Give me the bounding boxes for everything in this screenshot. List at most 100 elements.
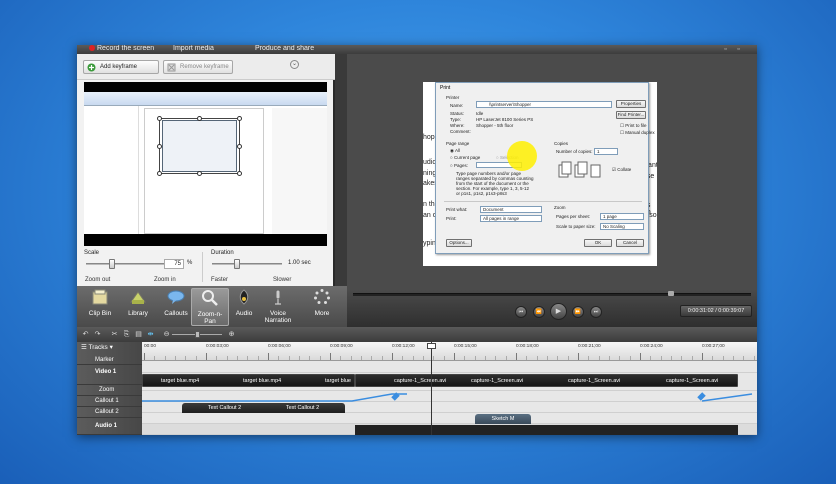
marker-track[interactable] bbox=[142, 361, 757, 373]
ruler-minor-tick bbox=[629, 356, 631, 360]
zoom-n-pan-icon bbox=[202, 290, 218, 306]
split-icon[interactable]: ⇹ bbox=[146, 330, 155, 339]
zoom-selection-box[interactable] bbox=[157, 116, 242, 176]
pages-per-sheet-select[interactable]: 1 page bbox=[600, 213, 644, 220]
tool-more[interactable]: More bbox=[303, 288, 341, 326]
print-range-select[interactable]: All pages in range bbox=[480, 215, 542, 222]
tracks-menu[interactable]: ☰ Tracks ▾ bbox=[77, 342, 142, 354]
sketch-callout-clip[interactable]: Sketch M bbox=[475, 414, 531, 424]
num-copies-input[interactable]: 1 bbox=[594, 148, 618, 155]
printer-name-select[interactable]: \\printserver\Shopper bbox=[476, 101, 612, 108]
ruler-tick bbox=[702, 353, 703, 360]
duration-value-field[interactable]: 1.00 sec bbox=[288, 260, 311, 266]
fast-forward-icon[interactable]: ⏩ bbox=[572, 306, 584, 318]
scale-slider-thumb[interactable] bbox=[109, 259, 116, 269]
tool-zoom-n-pan[interactable]: Zoom-n-Pan bbox=[191, 288, 229, 326]
scale-slider[interactable] bbox=[86, 263, 174, 265]
scrub-thumb[interactable] bbox=[668, 291, 675, 296]
ok-button[interactable]: OK bbox=[584, 239, 612, 247]
ruler-minor-tick bbox=[733, 356, 734, 360]
scale-value-field[interactable]: 75 bbox=[164, 259, 184, 269]
remove-keyframe-button[interactable]: Remove keyframe bbox=[163, 60, 233, 74]
next-clip-icon[interactable]: ⏭ bbox=[590, 306, 602, 318]
ruler-minor-tick bbox=[361, 356, 362, 360]
track-label-callout-2[interactable]: Callout 2 bbox=[77, 407, 142, 418]
timeline: ↶ ↷ ✂ ⎘ ▤ ⇹ ⊖ ⊕ ☰ Tracks ▾ Marker Video … bbox=[77, 327, 757, 435]
voice-narration-icon bbox=[275, 289, 281, 305]
audio-clip[interactable] bbox=[355, 425, 738, 435]
collate-checkbox[interactable]: ☑ Collate bbox=[612, 167, 631, 173]
add-keyframe-button[interactable]: Add keyframe bbox=[83, 60, 159, 74]
ruler-tick bbox=[454, 353, 455, 360]
callout-clip[interactable]: Text Callout 2 bbox=[182, 403, 267, 413]
current-page-label: Current page bbox=[453, 155, 481, 160]
keyframe-bar: Add keyframe Remove keyframe ⌄ bbox=[77, 54, 335, 80]
import-media-button[interactable]: Import media bbox=[173, 45, 214, 52]
tool-library[interactable]: Library bbox=[119, 288, 157, 326]
previous-clip-icon[interactable]: ⏮ bbox=[515, 306, 527, 318]
cancel-button[interactable]: Cancel bbox=[616, 239, 644, 247]
scale-label: Scale bbox=[84, 250, 100, 256]
playhead[interactable] bbox=[431, 342, 432, 435]
find-printer-button[interactable]: Find Printer... bbox=[616, 111, 646, 119]
scrub-bar[interactable] bbox=[353, 293, 751, 296]
cut-icon[interactable]: ✂ bbox=[110, 330, 119, 339]
track-label-zoom[interactable]: Zoom bbox=[77, 385, 142, 396]
zoom-out-icon[interactable]: ⊖ bbox=[162, 330, 171, 339]
undo-icon[interactable]: ↶ bbox=[81, 330, 90, 339]
track-label-audio-1[interactable]: Audio 1 bbox=[77, 418, 142, 435]
resize-handle[interactable] bbox=[157, 116, 162, 121]
track-label-callout-1[interactable]: Callout 1 bbox=[77, 396, 142, 407]
resize-handle[interactable] bbox=[237, 144, 242, 149]
minimize-icon[interactable]: ▫ bbox=[722, 46, 729, 53]
video-clip[interactable]: target blue.mp4 target blue.mp4 target b… bbox=[142, 374, 355, 387]
callout-clip[interactable]: Text Callout 2 bbox=[260, 403, 345, 413]
tool-callouts[interactable]: Callouts bbox=[157, 288, 195, 326]
video-canvas[interactable]: hop.t udio a ning o akes t n the an ch y… bbox=[423, 82, 657, 266]
produce-share-button[interactable]: Produce and share bbox=[255, 45, 314, 52]
manual-duplex-checkbox[interactable]: ☐ Manual duplex bbox=[620, 130, 655, 136]
tool-voice-narration[interactable]: Voice Narration bbox=[259, 288, 297, 326]
resize-handle[interactable] bbox=[237, 171, 242, 176]
zoom-preview[interactable] bbox=[84, 82, 327, 246]
collate-pages-icon bbox=[558, 161, 601, 178]
ruler-minor-tick bbox=[671, 356, 672, 360]
scale-to-paper-select[interactable]: No Scaling bbox=[600, 223, 644, 230]
video-clip[interactable]: capture-1_Screen.avi capture-1_Screen.av… bbox=[355, 374, 738, 387]
copy-icon[interactable]: ⎘ bbox=[122, 330, 131, 339]
current-page-radio[interactable]: ○ Current page bbox=[450, 155, 480, 160]
duration-slider-thumb[interactable] bbox=[233, 259, 240, 269]
divider bbox=[444, 201, 642, 202]
playhead-handle[interactable] bbox=[427, 343, 436, 349]
maximize-icon[interactable]: ▫ bbox=[735, 46, 742, 53]
resize-handle[interactable] bbox=[237, 116, 242, 121]
zoom-in-icon[interactable]: ⊕ bbox=[227, 330, 236, 339]
print-what-select[interactable]: Document bbox=[480, 206, 542, 213]
track-label-marker[interactable]: Marker bbox=[77, 355, 142, 365]
time-ruler[interactable]: 00:00 0:00:03;00 0:00:06;00 0:00:09;00 0:00:… bbox=[142, 342, 757, 361]
ruler-minor-tick bbox=[753, 356, 755, 360]
collapse-icon[interactable]: ⌄ bbox=[290, 60, 299, 69]
record-screen-button[interactable]: Record the screen bbox=[89, 45, 154, 52]
resize-handle[interactable] bbox=[197, 171, 202, 176]
properties-button[interactable]: Properties bbox=[616, 100, 646, 108]
duration-slider[interactable] bbox=[212, 263, 282, 265]
pages-radio[interactable]: ○ Pages: bbox=[450, 163, 468, 168]
resize-handle[interactable] bbox=[197, 116, 202, 121]
tool-audio[interactable]: Audio bbox=[225, 288, 263, 326]
track-label-video-1[interactable]: Video 1 bbox=[77, 365, 142, 385]
play-icon[interactable]: ▶ bbox=[550, 303, 567, 320]
paste-icon[interactable]: ▤ bbox=[134, 330, 143, 339]
timeline-zoom-thumb[interactable] bbox=[195, 331, 200, 338]
callout-2-track[interactable] bbox=[142, 413, 757, 424]
tool-label: More bbox=[314, 310, 330, 317]
print-to-file-checkbox[interactable]: ☐ Print to file bbox=[620, 123, 647, 129]
resize-handle[interactable] bbox=[157, 171, 162, 176]
tool-clip-bin[interactable]: Clip Bin bbox=[81, 288, 119, 326]
redo-icon[interactable]: ↷ bbox=[93, 330, 102, 339]
resize-handle[interactable] bbox=[157, 144, 162, 149]
pages-label: Pages: bbox=[453, 163, 468, 168]
all-radio[interactable]: ◉ All bbox=[450, 148, 460, 154]
rewind-icon[interactable]: ⏪ bbox=[533, 306, 545, 318]
options-button[interactable]: Options... bbox=[446, 239, 472, 247]
